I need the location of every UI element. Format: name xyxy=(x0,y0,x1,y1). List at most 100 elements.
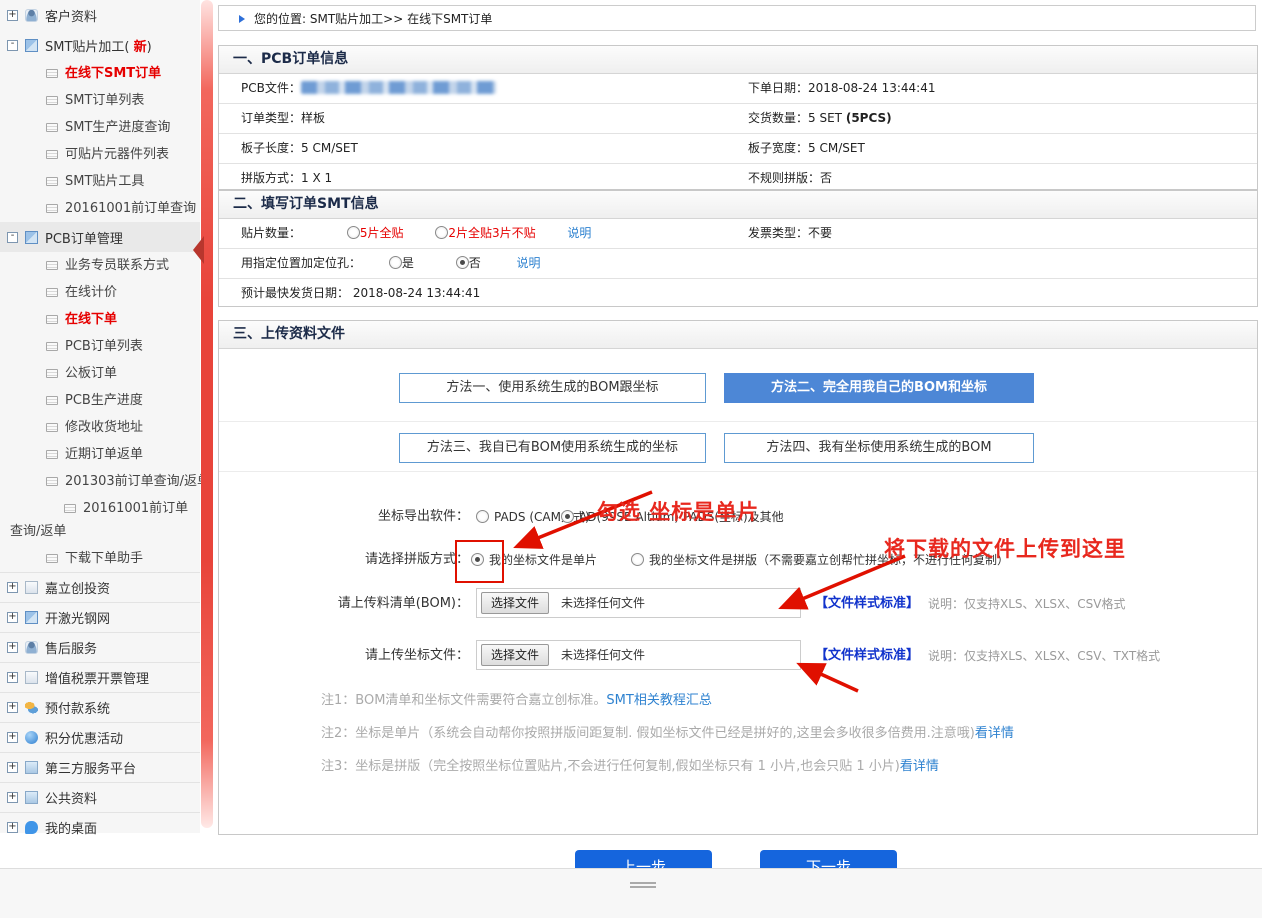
radio-5pcs-all[interactable] xyxy=(347,226,360,239)
sidebar-group-third-party[interactable]: 第三方服务平台 xyxy=(0,752,200,782)
qty-pcs-value: (5PCS) xyxy=(846,111,892,125)
coord-choose-file-button[interactable]: 选择文件 xyxy=(481,644,549,666)
section-smt-info: 二、填写订单SMT信息 贴片数量： 5片全贴 2片全贴3片不贴 说明 发票类型：… xyxy=(218,190,1258,307)
expand-plus-icon[interactable] xyxy=(7,582,18,593)
sidebar-item-smt-progress[interactable]: SMT生产进度查询 xyxy=(0,114,200,141)
bom-file-status: 未选择任何文件 xyxy=(561,589,645,617)
sidebar-item-recent-reorder[interactable]: 近期订单返单 xyxy=(0,441,200,468)
list-icon xyxy=(46,554,58,563)
coord-software-label: 坐标导出软件： xyxy=(219,506,469,528)
locating-hole-help-link[interactable]: 说明 xyxy=(517,256,541,270)
sidebar-group-prepay[interactable]: 预付款系统 xyxy=(0,692,200,722)
coord-upload-row: 请上传坐标文件： 选择文件 未选择任何文件 【文件样式标准】 说明：仅支持XLS… xyxy=(219,645,1257,667)
sidebar-group-label: PCB订单管理 xyxy=(45,228,123,247)
sidebar-item-sales-contact[interactable]: 业务专员联系方式 xyxy=(0,252,200,279)
board-width-label: 板子宽度： xyxy=(748,141,808,155)
section1-title: 一、PCB订单信息 xyxy=(219,46,1257,74)
sidebar-item-public-board-order[interactable]: 公板订单 xyxy=(0,360,200,387)
radio-ad-altium[interactable] xyxy=(561,510,574,523)
bom-upload-row: 请上传料清单(BOM)： 选择文件 未选择任何文件 【文件样式标准】 说明：仅支… xyxy=(219,593,1257,615)
expand-plus-icon[interactable] xyxy=(7,702,18,713)
list-icon xyxy=(46,96,58,105)
sidebar-group-laser-stencil[interactable]: 开激光钢网 xyxy=(0,602,200,632)
bom-style-standard-link[interactable]: 【文件样式标准】 xyxy=(815,593,919,615)
sidebar-item-pcb-order-list[interactable]: PCB订单列表 xyxy=(0,333,200,360)
radio-pads-cam[interactable] xyxy=(476,510,489,523)
radio-hole-yes[interactable] xyxy=(389,256,402,269)
sidebar-item-online-smt-order[interactable]: 在线下SMT订单 xyxy=(0,60,200,87)
expand-plus-icon[interactable] xyxy=(7,612,18,623)
sidebar-group-my-desktop[interactable]: 我的桌面 xyxy=(0,812,200,842)
sidebar-group-smt-processing[interactable]: SMT贴片加工( 新) xyxy=(0,30,200,60)
qty-value: 5 SET xyxy=(808,111,842,125)
sidebar-group-public-resources[interactable]: 公共资料 xyxy=(0,782,200,812)
sidebar: 客户资料 SMT贴片加工( 新) 在线下SMT订单 SMT订单列表 SMT生产进… xyxy=(0,0,200,833)
sidebar-item-pre-201303-orders[interactable]: 201303前订单查询/返单 xyxy=(0,468,200,495)
method4-button[interactable]: 方法四、我有坐标使用系统生成的BOM xyxy=(724,433,1034,463)
expand-plus-icon[interactable] xyxy=(7,822,18,833)
note2-details-link[interactable]: 看详情 xyxy=(975,726,1014,741)
expand-plus-icon[interactable] xyxy=(7,10,18,21)
table-row: 用指定位置加定位孔： 是 否 说明 xyxy=(219,249,1257,279)
resize-handle[interactable] xyxy=(630,882,656,884)
radio-2pcs-partial[interactable] xyxy=(435,226,448,239)
bom-file-input[interactable]: 选择文件 未选择任何文件 xyxy=(476,588,801,618)
sidebar-group-vat-invoice[interactable]: 增值税票开票管理 xyxy=(0,662,200,692)
ship-date-label: 预计最快发货日期： xyxy=(241,286,349,300)
bom-choose-file-button[interactable]: 选择文件 xyxy=(481,592,549,614)
sidebar-item-pcb-progress[interactable]: PCB生产进度 xyxy=(0,387,200,414)
sidebar-group-pcb-orders[interactable]: PCB订单管理 xyxy=(0,222,200,252)
page: 客户资料 SMT贴片加工( 新) 在线下SMT订单 SMT订单列表 SMT生产进… xyxy=(0,0,1262,918)
order-type-label: 订单类型： xyxy=(241,111,301,125)
ribbon-arrow-icon xyxy=(193,236,204,264)
sidebar-item-online-order[interactable]: 在线下单 xyxy=(0,306,200,333)
note3-details-link[interactable]: 看详情 xyxy=(900,759,939,774)
sidebar-item-pre-20161001-orders[interactable]: 20161001前订单查询 xyxy=(0,195,200,222)
list-icon xyxy=(46,450,58,459)
expand-plus-icon[interactable] xyxy=(7,642,18,653)
option-coord-single: 我的坐标文件是单片 xyxy=(489,553,597,567)
sidebar-item-pre-20161001-orders-reorder[interactable]: 20161001前订单查询/返单 xyxy=(0,495,200,545)
smt-qty-help-link[interactable]: 说明 xyxy=(567,226,591,240)
sidebar-item-smt-tools[interactable]: SMT贴片工具 xyxy=(0,168,200,195)
sidebar-group-label: 客户资料 xyxy=(45,6,97,25)
sidebar-item-online-quote[interactable]: 在线计价 xyxy=(0,279,200,306)
sidebar-group-jlc-invest[interactable]: 嘉立创投资 xyxy=(0,572,200,602)
sidebar-group-customer-info[interactable]: 客户资料 xyxy=(0,0,200,30)
sidebar-item-change-address[interactable]: 修改收货地址 xyxy=(0,414,200,441)
expand-minus-icon[interactable] xyxy=(7,232,18,243)
smt-tutorials-link[interactable]: SMT相关教程汇总 xyxy=(606,693,711,708)
note3: 注3：坐标是拼版（完全按照坐标位置贴片,不会进行任何复制,假如坐标只有 1 小片… xyxy=(321,755,1251,774)
pcb-file-label: PCB文件： xyxy=(241,81,301,95)
pcb-file-value-redacted xyxy=(301,81,496,94)
app-window-icon xyxy=(25,231,38,244)
method1-button[interactable]: 方法一、使用系统生成的BOM跟坐标 xyxy=(399,373,706,403)
section-upload-files: 三、上传资料文件 方法一、使用系统生成的BOM跟坐标 方法二、完全用我自己的BO… xyxy=(218,320,1258,835)
locating-hole-label: 用指定位置加定位孔： xyxy=(241,256,361,270)
expand-plus-icon[interactable] xyxy=(7,792,18,803)
expand-minus-icon[interactable] xyxy=(7,40,18,51)
sidebar-group-after-sales[interactable]: 售后服务 xyxy=(0,632,200,662)
radio-hole-no[interactable] xyxy=(456,256,469,269)
section3-title: 三、上传资料文件 xyxy=(219,321,1257,349)
expand-plus-icon[interactable] xyxy=(7,672,18,683)
coord-style-standard-link[interactable]: 【文件样式标准】 xyxy=(815,645,919,667)
irregular-panel-value: 否 xyxy=(820,171,832,185)
note2: 注2：坐标是单片（系统会自动帮你按照拼版间距复制. 假如坐标文件已经是拼好的,这… xyxy=(321,722,1251,741)
coord-file-status: 未选择任何文件 xyxy=(561,641,645,669)
method2-button[interactable]: 方法二、完全用我自己的BOM和坐标 xyxy=(724,373,1034,403)
smt-qty-label: 贴片数量： xyxy=(241,226,301,240)
sidebar-item-smt-order-list[interactable]: SMT订单列表 xyxy=(0,87,200,114)
option-hole-no: 否 xyxy=(469,256,481,270)
order-date-value: 2018-08-24 13:44:41 xyxy=(808,81,935,95)
sidebar-item-component-list[interactable]: 可贴片元器件列表 xyxy=(0,141,200,168)
expand-plus-icon[interactable] xyxy=(7,762,18,773)
note1: 注1：BOM清单和坐标文件需要符合嘉立创标准。SMT相关教程汇总 xyxy=(321,689,1251,708)
coord-file-input[interactable]: 选择文件 未选择任何文件 xyxy=(476,640,801,670)
expand-plus-icon[interactable] xyxy=(7,732,18,743)
sidebar-group-points[interactable]: 积分优惠活动 xyxy=(0,722,200,752)
method3-button[interactable]: 方法三、我自已有BOM使用系统生成的坐标 xyxy=(399,433,706,463)
list-icon xyxy=(46,261,58,270)
radio-coord-panelized[interactable] xyxy=(631,553,644,566)
sidebar-item-download-helper[interactable]: 下载下单助手 xyxy=(0,545,200,572)
